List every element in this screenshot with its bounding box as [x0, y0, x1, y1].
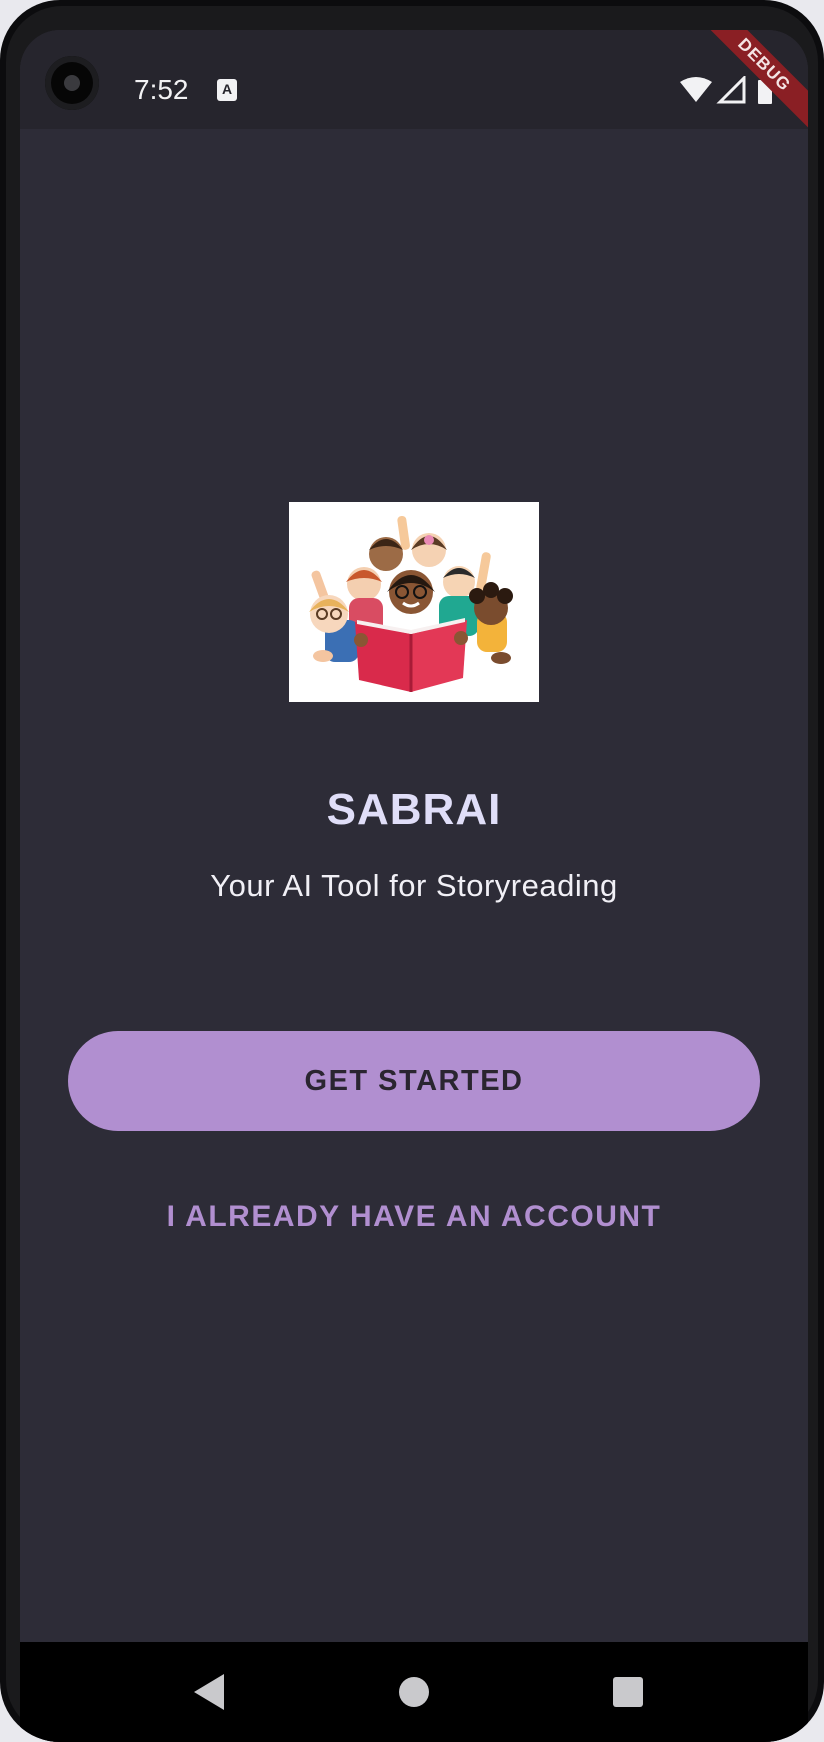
- home-icon[interactable]: [384, 1642, 444, 1742]
- front-camera: [45, 56, 99, 110]
- signal-icon: [716, 76, 746, 104]
- already-have-account-button[interactable]: I ALREADY HAVE AN ACCOUNT: [20, 1200, 808, 1234]
- status-time: 7:52: [134, 74, 189, 105]
- children-reading-illustration: [309, 515, 513, 692]
- phone-frame: 7:52 A DEBUG SABRAI Your AI Tool for Sto…: [0, 0, 824, 1742]
- app-logo-image: [289, 502, 539, 702]
- back-icon[interactable]: [180, 1642, 240, 1742]
- wifi-icon: [680, 77, 712, 102]
- app-subtitle: Your AI Tool for Storyreading: [210, 868, 618, 903]
- app-title: SABRAI: [326, 785, 502, 834]
- get-started-button[interactable]: GET STARTED: [68, 1031, 760, 1131]
- navigation-bar: [20, 1642, 808, 1742]
- app-screen: 7:52 A DEBUG SABRAI Your AI Tool for Sto…: [20, 30, 808, 1742]
- recents-icon[interactable]: [598, 1642, 658, 1742]
- a-notification-icon: A: [217, 79, 237, 101]
- status-bar: 7:52 A DEBUG: [20, 30, 808, 131]
